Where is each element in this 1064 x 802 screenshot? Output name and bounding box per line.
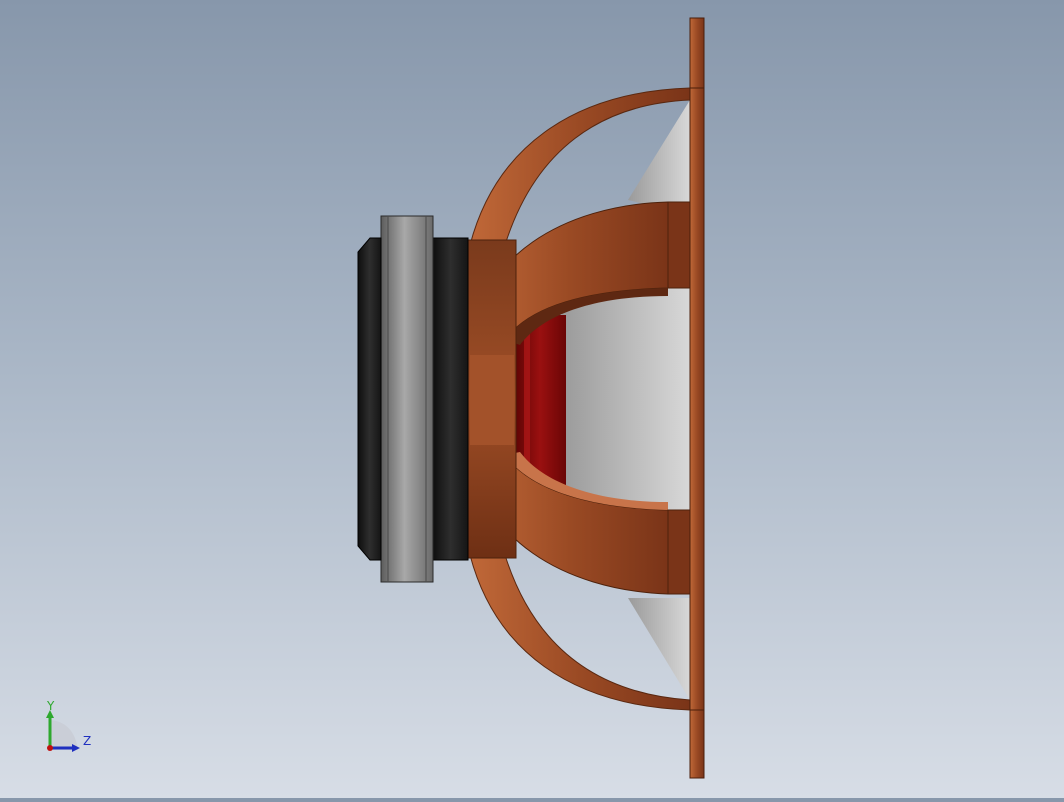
mounting-flange xyxy=(689,17,705,779)
z-axis-label: Z xyxy=(83,734,91,748)
basket-hub-window xyxy=(470,355,514,445)
y-axis-label: Y xyxy=(46,699,55,713)
cone-center xyxy=(562,285,690,510)
cone-upper xyxy=(628,100,690,215)
magnet-back-cap xyxy=(357,237,382,561)
cad-viewport[interactable]: Y Z xyxy=(0,0,1064,798)
axis-triad: Y Z xyxy=(40,698,100,758)
origin-dot-icon xyxy=(47,745,53,751)
cone-lower xyxy=(628,598,690,700)
magnet-gray-plate xyxy=(380,215,434,583)
basket-strut-top-end xyxy=(667,201,691,289)
magnet-black-ring xyxy=(432,237,469,561)
speaker-model[interactable] xyxy=(0,0,1064,798)
basket-strut-bottom-end xyxy=(667,509,691,595)
